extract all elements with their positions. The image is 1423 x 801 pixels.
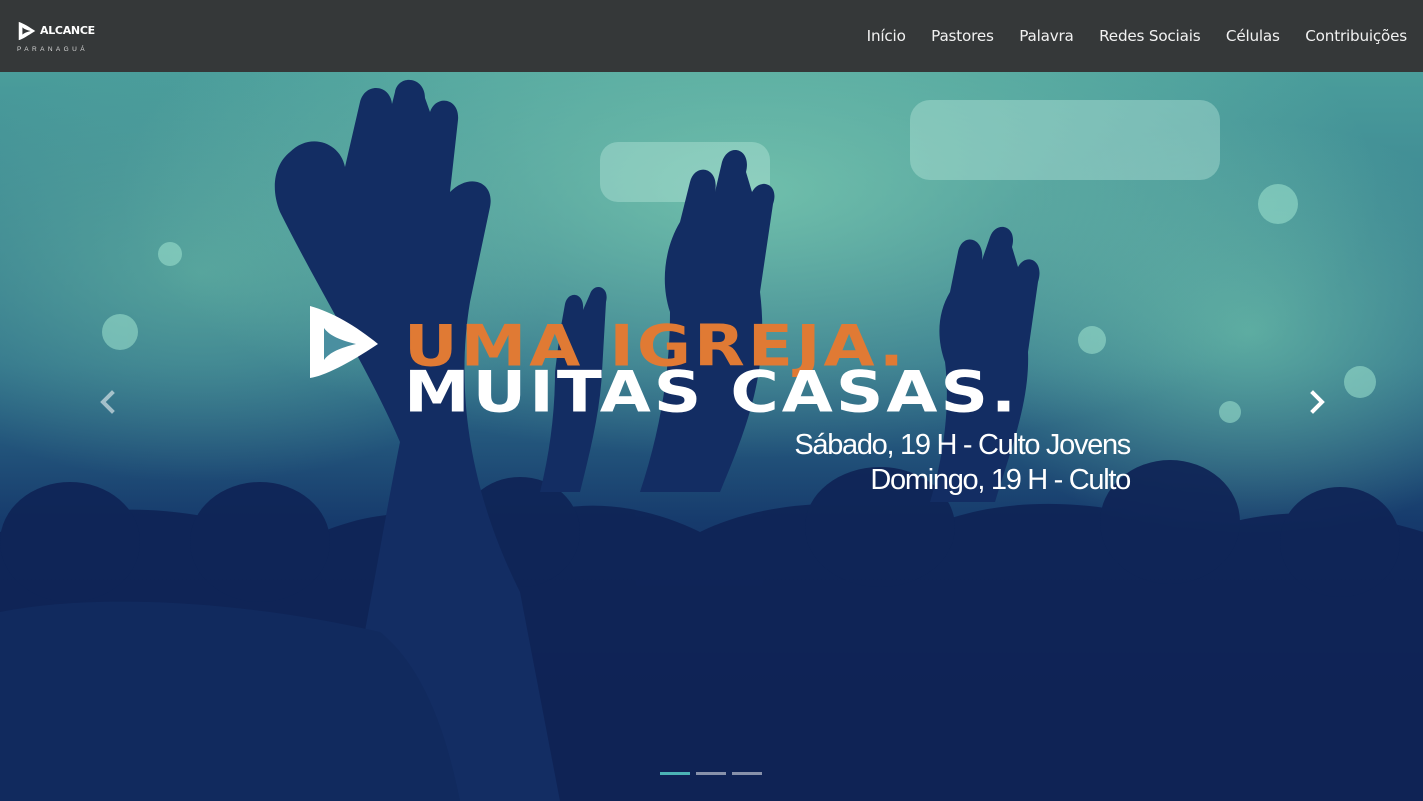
schedule-line-saturday: Sábado, 19 H - Culto Jovens xyxy=(794,429,1131,461)
main-nav: Início Pastores Palavra Redes Sociais Cé… xyxy=(841,27,1408,45)
nav-link-palavra[interactable]: Palavra xyxy=(1019,27,1074,45)
hero-headline: UMA IGREJA. MUITAS CASAS. xyxy=(404,318,1164,430)
brand-subtitle: PARANAGUÁ xyxy=(17,45,88,53)
nav-link-redes-sociais[interactable]: Redes Sociais xyxy=(1099,27,1200,45)
nav-link-pastores[interactable]: Pastores xyxy=(931,27,994,45)
hero-carousel: UMA IGREJA. MUITAS CASAS. Sábado, 19 H -… xyxy=(0,72,1423,801)
brand-logo-link[interactable]: ALCANCE PARANAGUÁ xyxy=(16,20,95,53)
carousel-indicator-1[interactable] xyxy=(660,772,690,775)
top-navbar: ALCANCE PARANAGUÁ Início Pastores Palavr… xyxy=(0,0,1423,72)
brand-lockup: ALCANCE xyxy=(16,20,95,42)
service-schedule: Sábado, 19 H - Culto Jovens Domingo, 19 … xyxy=(600,428,1131,498)
carousel-indicator-2[interactable] xyxy=(696,772,726,775)
nav-link-inicio[interactable]: Início xyxy=(867,27,906,45)
carousel-indicator-3[interactable] xyxy=(732,772,762,775)
chevron-left-icon xyxy=(100,390,115,414)
carousel-indicators xyxy=(660,772,762,775)
brand-name: ALCANCE xyxy=(40,24,95,37)
schedule-line-sunday: Domingo, 19 H - Culto xyxy=(870,464,1131,496)
nav-link-celulas[interactable]: Células xyxy=(1226,27,1280,45)
carousel-prev-button[interactable] xyxy=(77,372,137,432)
carousel-next-button[interactable] xyxy=(1288,372,1348,432)
alcance-logo-icon xyxy=(18,21,36,40)
nav-link-contribuicoes[interactable]: Contribuições xyxy=(1305,27,1407,45)
alcance-mark-icon xyxy=(310,306,378,378)
chevron-right-icon xyxy=(1310,390,1325,414)
headline-line-2: MUITAS CASAS. xyxy=(404,358,1020,426)
